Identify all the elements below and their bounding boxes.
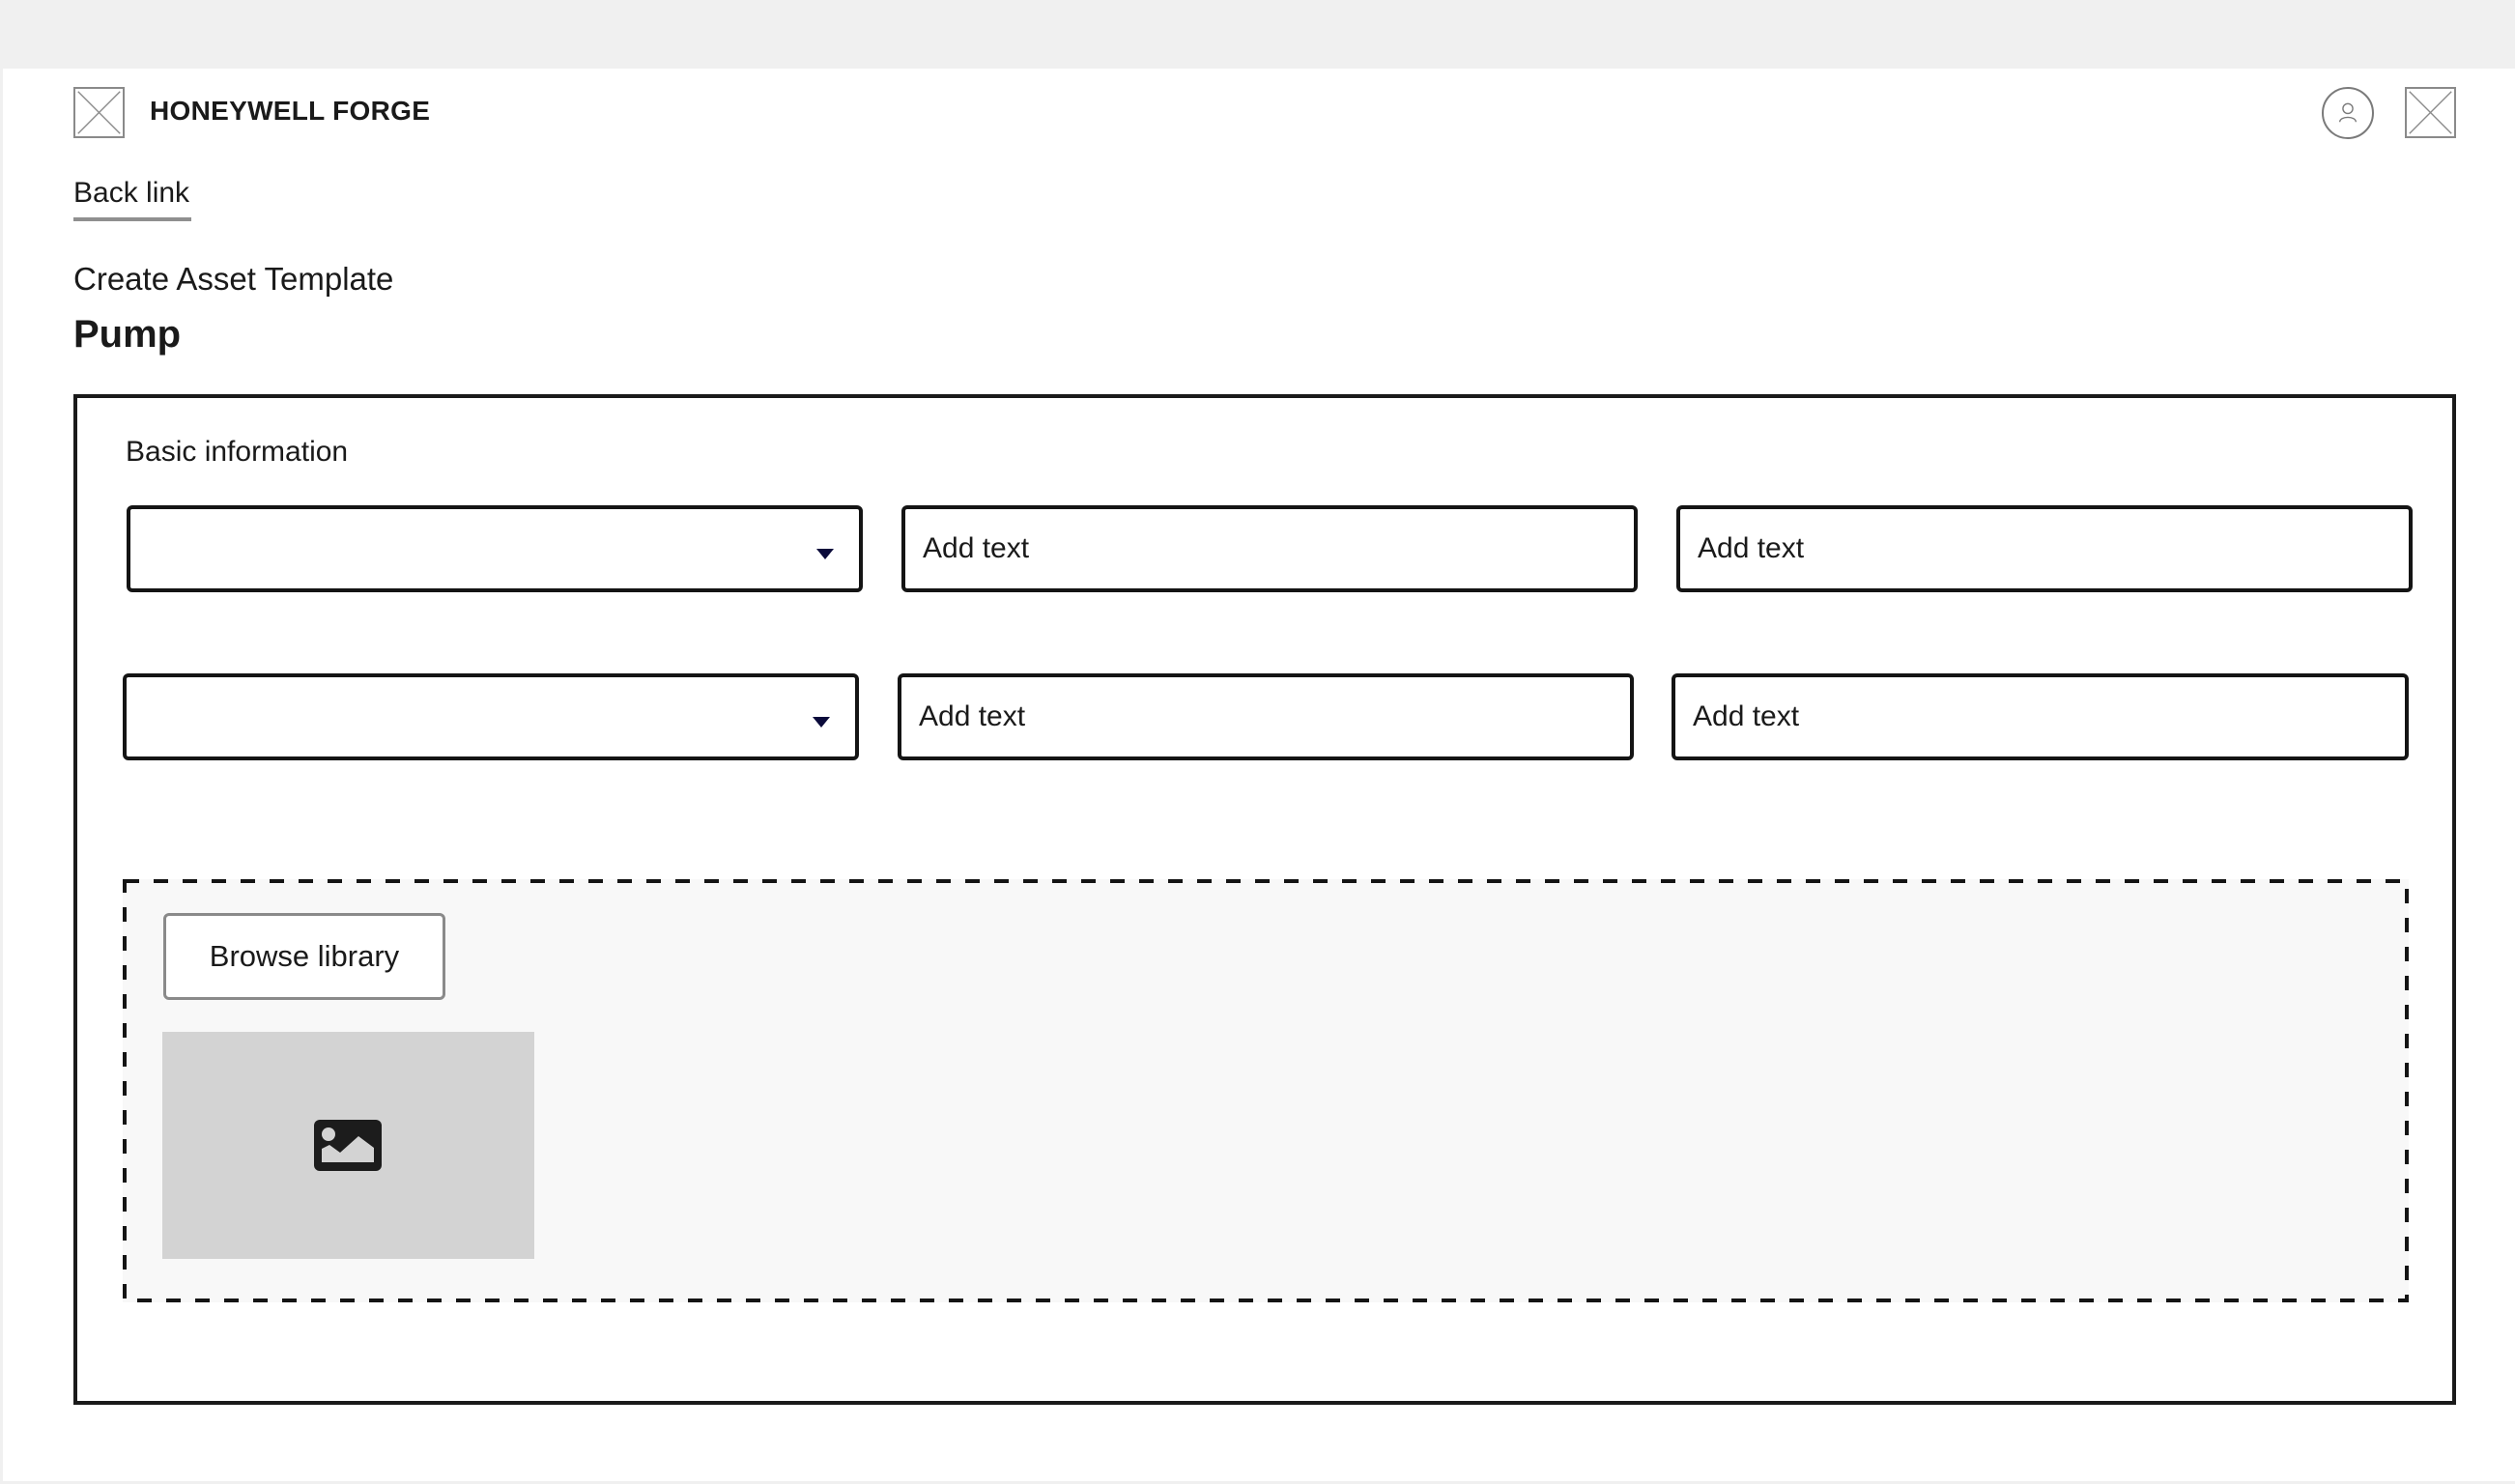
text-input[interactable] bbox=[1680, 509, 2409, 588]
caret-down-icon bbox=[816, 549, 834, 559]
caret-down-icon bbox=[813, 717, 830, 728]
asset-select-1[interactable] bbox=[127, 505, 863, 592]
page-subtitle: Create Asset Template bbox=[73, 261, 394, 297]
app-placeholder-icon[interactable] bbox=[2405, 87, 2456, 138]
back-link-underline bbox=[73, 217, 191, 221]
brand-name: HONEYWELL FORGE bbox=[150, 96, 431, 126]
text-input-1-2[interactable] bbox=[1676, 505, 2413, 592]
logo-placeholder-icon bbox=[73, 87, 125, 138]
image-icon bbox=[314, 1120, 382, 1171]
asset-select-2[interactable] bbox=[123, 673, 859, 760]
user-avatar-button[interactable] bbox=[2322, 87, 2374, 139]
section-label-basic-information: Basic information bbox=[126, 436, 349, 468]
browse-library-button[interactable]: Browse library bbox=[163, 913, 445, 1000]
browser-top-bar bbox=[0, 0, 2515, 69]
page-edge-left bbox=[0, 69, 3, 1484]
text-input-2-2[interactable] bbox=[1672, 673, 2409, 760]
page-title: Pump bbox=[73, 313, 182, 356]
user-icon bbox=[2338, 102, 2358, 123]
text-input-2-1[interactable] bbox=[898, 673, 1634, 760]
back-link[interactable]: Back link bbox=[73, 177, 189, 210]
image-placeholder[interactable] bbox=[162, 1032, 534, 1259]
text-input[interactable] bbox=[901, 677, 1630, 756]
text-input[interactable] bbox=[1675, 677, 2405, 756]
text-input[interactable] bbox=[905, 509, 1634, 588]
text-input-1-1[interactable] bbox=[901, 505, 1638, 592]
